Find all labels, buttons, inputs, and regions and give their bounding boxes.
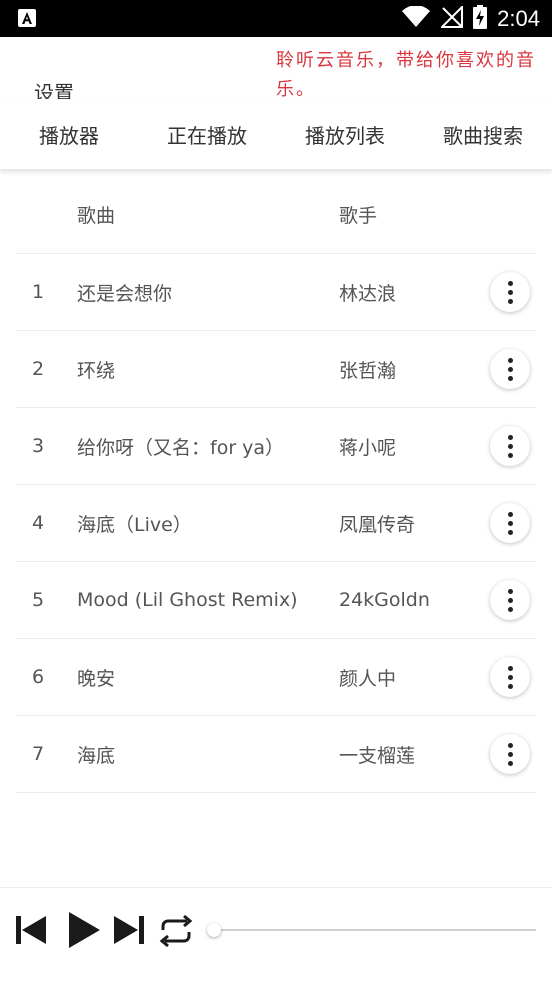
- more-options-icon[interactable]: [490, 580, 530, 620]
- tab-player[interactable]: 播放器: [0, 99, 138, 169]
- table-row[interactable]: 5 Mood (Lil Ghost Remix) 24kGoldn: [16, 562, 536, 639]
- song-title: Mood (Lil Ghost Remix): [77, 589, 298, 611]
- row-index: 6: [31, 666, 45, 688]
- row-index: 7: [31, 743, 45, 765]
- table-row[interactable]: 6 晚安 颜人中: [16, 639, 536, 716]
- table-row[interactable]: 1 还是会想你 林达浪: [16, 254, 536, 331]
- table-row[interactable]: 4 海底（Live） 凤凰传奇: [16, 485, 536, 562]
- table-row[interactable]: 2 环绕 张哲瀚: [16, 331, 536, 408]
- table-header: 歌曲 歌手: [16, 176, 536, 254]
- row-index: 4: [31, 512, 45, 534]
- song-title: 还是会想你: [77, 282, 173, 305]
- tab-now-playing[interactable]: 正在播放: [138, 99, 276, 169]
- song-title: 给你呀（又名：for ya）: [77, 436, 285, 459]
- more-options-icon[interactable]: [490, 503, 530, 543]
- tab-song-search[interactable]: 歌曲搜索: [414, 99, 552, 169]
- song-artist: 蒋小呢: [339, 436, 397, 459]
- song-title: 海底（Live）: [77, 513, 192, 536]
- song-artist: 颜人中: [339, 667, 397, 690]
- play-icon[interactable]: [66, 910, 102, 954]
- song-title: 环绕: [77, 359, 116, 382]
- row-index: 1: [31, 281, 45, 303]
- table-row[interactable]: 7 海底 一支榴莲: [16, 716, 536, 793]
- header-title: 歌曲: [77, 205, 116, 227]
- song-artist: 凤凰传奇: [339, 513, 416, 536]
- previous-icon[interactable]: [14, 913, 48, 951]
- song-title: 晚安: [77, 667, 116, 690]
- status-bar: 2:04: [0, 0, 552, 37]
- no-signal-icon: [439, 4, 464, 32]
- header-artist: 歌手: [339, 205, 378, 227]
- settings-label[interactable]: 设置: [34, 82, 74, 99]
- more-options-icon[interactable]: [490, 657, 530, 697]
- progress-thumb[interactable]: [207, 923, 221, 937]
- status-time: 2:04: [497, 5, 540, 31]
- more-options-icon[interactable]: [490, 272, 530, 312]
- banner-text: 聆听云音乐，带给你喜欢的音乐。: [276, 50, 536, 99]
- battery-charging-icon: [473, 4, 488, 33]
- repeat-icon[interactable]: [157, 914, 195, 952]
- more-options-icon[interactable]: [490, 734, 530, 774]
- next-icon[interactable]: [112, 913, 146, 951]
- row-index: 2: [31, 358, 45, 380]
- row-index: 3: [31, 435, 45, 457]
- more-options-icon[interactable]: [490, 426, 530, 466]
- row-index: 5: [31, 589, 45, 611]
- song-artist: 一支榴莲: [339, 744, 416, 767]
- song-title: 海底: [77, 744, 116, 767]
- song-artist: 林达浪: [339, 282, 397, 305]
- tab-playlist[interactable]: 播放列表: [276, 99, 414, 169]
- tab-bar: 播放器 正在播放 播放列表 歌曲搜索: [0, 99, 552, 169]
- song-table: 歌曲 歌手 1 还是会想你 林达浪 2 环绕 张哲瀚 3 给你呀（又名：for …: [16, 176, 536, 793]
- table-row[interactable]: 3 给你呀（又名：for ya） 蒋小呢: [16, 408, 536, 485]
- more-options-icon[interactable]: [490, 349, 530, 389]
- notification-app-icon: [18, 9, 36, 27]
- header-index: [16, 176, 60, 253]
- player-bar: [0, 887, 552, 982]
- song-artist: 张哲瀚: [339, 359, 397, 382]
- header: 设置 聆听云音乐，带给你喜欢的音乐。: [0, 37, 552, 99]
- wifi-icon: [401, 4, 431, 32]
- song-artist: 24kGoldn: [339, 589, 430, 611]
- progress-track[interactable]: [214, 929, 536, 931]
